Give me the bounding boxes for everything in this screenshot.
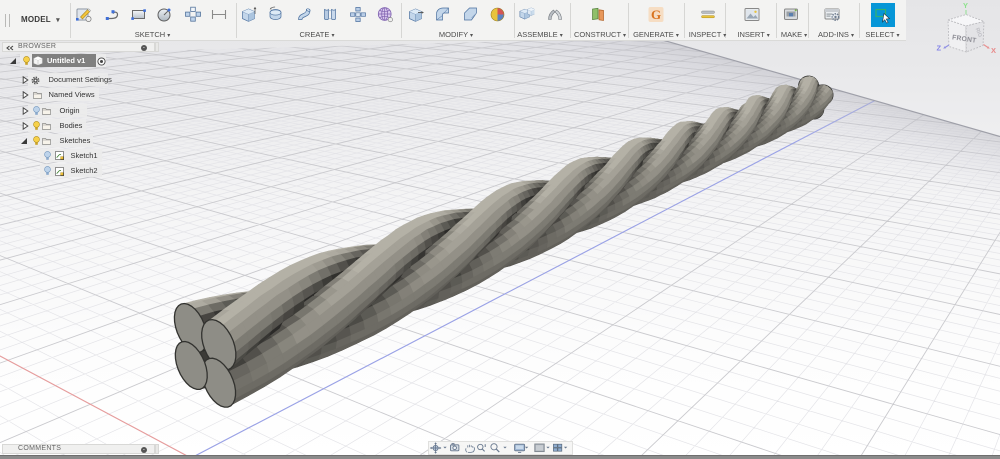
svg-text:X: X xyxy=(991,46,996,55)
svg-text:Y: Y xyxy=(963,1,968,10)
svg-text:G: G xyxy=(651,7,661,22)
svg-text:Z: Z xyxy=(937,44,942,53)
